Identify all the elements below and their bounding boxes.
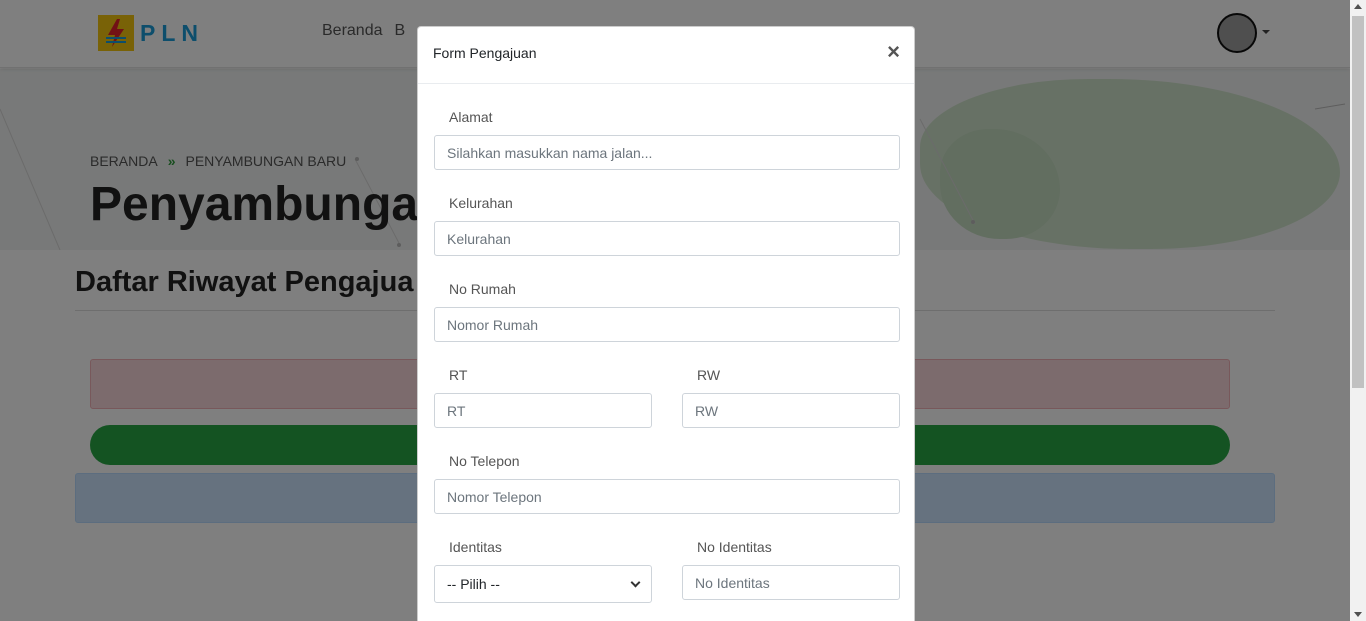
- close-icon[interactable]: ×: [887, 41, 900, 63]
- no-telepon-input[interactable]: [434, 479, 900, 514]
- alamat-input[interactable]: [434, 135, 900, 170]
- label-no-identitas: No Identitas: [697, 539, 772, 555]
- kelurahan-input[interactable]: [434, 221, 900, 256]
- label-no-telepon: No Telepon: [449, 453, 520, 469]
- label-identitas: Identitas: [449, 539, 502, 555]
- label-alamat: Alamat: [449, 109, 493, 125]
- no-identitas-input[interactable]: [682, 565, 900, 600]
- scrollbar-thumb[interactable]: [1352, 16, 1364, 388]
- label-no-rumah: No Rumah: [449, 281, 516, 297]
- scroll-down-arrow-icon[interactable]: [1354, 612, 1362, 617]
- chevron-down-icon: [630, 577, 641, 587]
- scrollbar[interactable]: [1350, 0, 1366, 621]
- identitas-select[interactable]: -- Pilih --: [434, 565, 652, 603]
- label-rw: RW: [697, 367, 721, 383]
- modal-title: Form Pengajuan: [433, 45, 537, 61]
- rw-input[interactable]: [682, 393, 900, 428]
- no-rumah-input[interactable]: [434, 307, 900, 342]
- modal-header: Form Pengajuan ×: [418, 27, 914, 84]
- identitas-selected-value: -- Pilih --: [447, 576, 500, 592]
- label-kelurahan: Kelurahan: [449, 195, 513, 211]
- rt-input[interactable]: [434, 393, 652, 428]
- form-modal: Form Pengajuan × Alamat Kelurahan No Rum…: [417, 26, 915, 621]
- label-rt: RT: [449, 367, 468, 383]
- scroll-up-arrow-icon[interactable]: [1354, 4, 1362, 9]
